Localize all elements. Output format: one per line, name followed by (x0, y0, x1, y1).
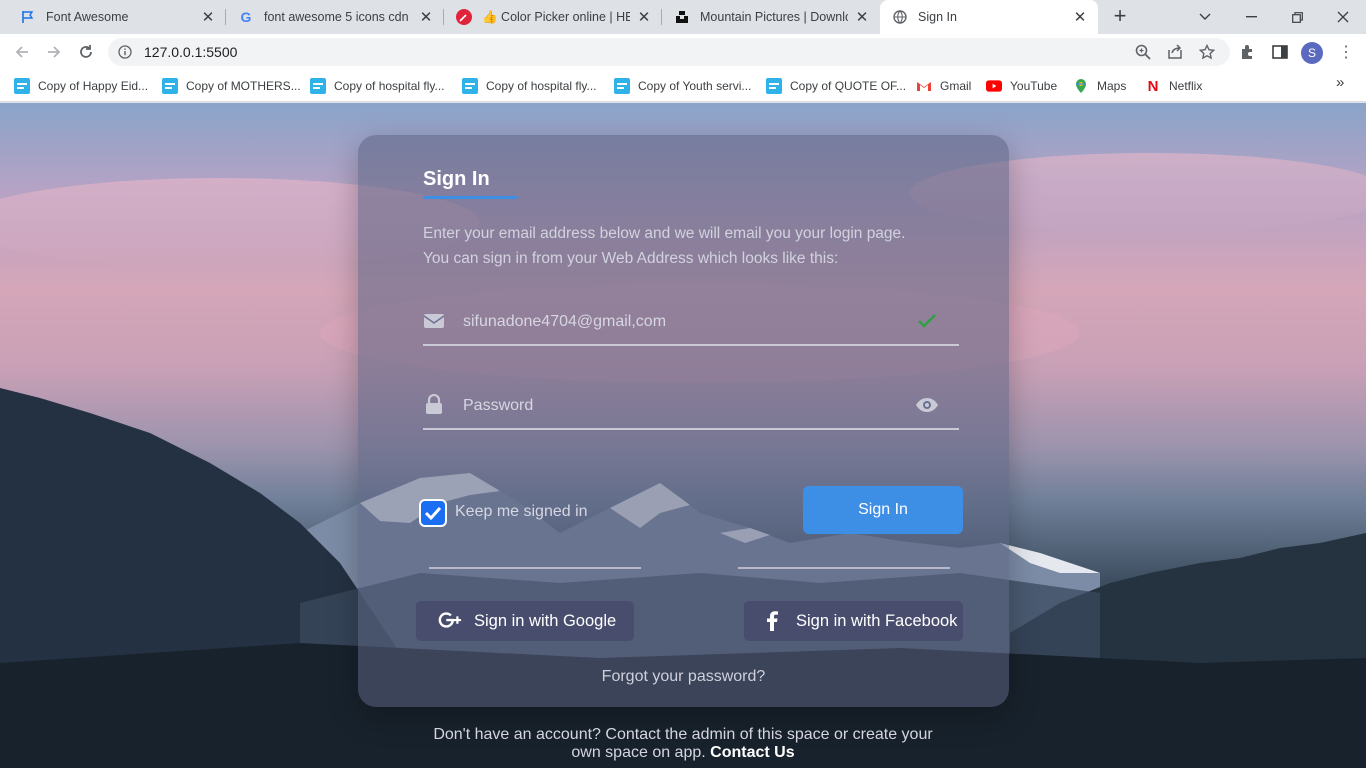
bookmark-gmail[interactable]: Gmail (916, 76, 971, 96)
google-signin-button[interactable]: Sign in with Google (416, 601, 634, 641)
tab-mountain-pictures[interactable]: Mountain Pictures | Downloa ✕ (662, 0, 880, 34)
tab-google-search[interactable]: G font awesome 5 icons cdn - G ✕ (226, 0, 444, 34)
share-icon[interactable] (1167, 44, 1183, 60)
bookmarks-bar: Copy of Happy Eid... Copy of MOTHERS... … (0, 70, 1366, 102)
close-tab-icon[interactable]: ✕ (418, 8, 434, 26)
contact-us-link[interactable]: Contact Us (710, 744, 794, 761)
close-tab-icon[interactable]: ✕ (1072, 8, 1088, 26)
password-input[interactable] (463, 392, 903, 420)
canva-icon (14, 78, 30, 94)
color-picker-icon (456, 9, 472, 25)
facebook-icon (760, 611, 784, 631)
reload-icon[interactable] (74, 40, 98, 64)
keep-signed-in-label[interactable]: Keep me signed in (455, 503, 588, 521)
more-menu-icon[interactable]: ⋮ (1338, 42, 1354, 62)
netflix-icon: N (1147, 77, 1159, 95)
facebook-signin-button[interactable]: Sign in with Facebook (744, 601, 963, 641)
divider-left (429, 567, 641, 569)
address-bar[interactable]: 127.0.0.1:5500 (108, 38, 1230, 66)
unsplash-icon (674, 9, 690, 25)
bookmark-star-icon[interactable] (1199, 44, 1215, 60)
tab-sign-in[interactable]: Sign In ✕ (880, 0, 1098, 34)
bookmark-item[interactable]: Copy of MOTHERS... (162, 76, 301, 96)
side-panel-icon[interactable] (1271, 43, 1289, 61)
signin-card: Sign In Enter your email address below a… (358, 135, 1009, 707)
bookmark-item[interactable]: Copy of hospital fly... (462, 76, 597, 96)
browser-toolbar: 127.0.0.1:5500 S ⋮ (0, 34, 1366, 70)
close-window-button[interactable] (1320, 0, 1366, 34)
gmail-icon (916, 78, 932, 94)
email-value[interactable]: sifunadone4704@gmail,com (463, 313, 666, 331)
more-bookmarks-icon[interactable]: » (1336, 74, 1344, 91)
envelope-icon (423, 314, 445, 328)
divider-right (738, 567, 950, 569)
url-text: 127.0.0.1:5500 (144, 44, 238, 60)
password-field[interactable] (423, 380, 959, 430)
check-icon (918, 314, 936, 328)
canva-icon (462, 78, 478, 94)
forward-arrow-icon[interactable] (42, 40, 66, 64)
bookmark-item[interactable]: Copy of QUOTE OF... (766, 76, 906, 96)
signup-note: Don't have an account? Contact the admin… (433, 726, 933, 761)
canva-icon (614, 78, 630, 94)
tab-search-icon[interactable] (1182, 0, 1228, 34)
canva-icon (310, 78, 326, 94)
intro-text: Enter your email address below and we wi… (423, 225, 906, 267)
bookmark-netflix[interactable]: N Netflix (1145, 76, 1203, 96)
bookmark-item[interactable]: Copy of hospital fly... (310, 76, 445, 96)
canva-icon (766, 78, 782, 94)
lock-icon (426, 394, 442, 414)
restore-button[interactable] (1274, 0, 1320, 34)
forgot-password-link[interactable]: Forgot your password? (358, 668, 1009, 686)
new-tab-button[interactable]: + (1108, 5, 1132, 29)
close-tab-icon[interactable]: ✕ (200, 8, 216, 26)
zoom-icon[interactable] (1135, 44, 1151, 60)
page-viewport: Sign In Enter your email address below a… (0, 103, 1366, 768)
globe-icon (892, 9, 908, 25)
extensions-icon[interactable] (1239, 43, 1257, 61)
close-tab-icon[interactable]: ✕ (636, 8, 652, 26)
bookmark-maps[interactable]: Maps (1073, 76, 1126, 96)
checkmark-icon (424, 506, 442, 520)
email-field[interactable]: sifunadone4704@gmail,com (423, 296, 959, 346)
tab-font-awesome[interactable]: Font Awesome ✕ (8, 0, 226, 34)
minimize-button[interactable] (1228, 0, 1274, 34)
profile-avatar[interactable]: S (1301, 42, 1323, 64)
tab-strip: Font Awesome ✕ G font awesome 5 icons cd… (0, 0, 1366, 34)
canva-icon (162, 78, 178, 94)
flag-icon (20, 9, 36, 25)
tab-color-picker[interactable]: 👍 Color Picker online | HEX C ✕ (444, 0, 662, 34)
close-tab-icon[interactable]: ✕ (854, 8, 870, 26)
youtube-icon (986, 78, 1002, 94)
bookmark-item[interactable]: Copy of Happy Eid... (14, 76, 148, 96)
page-title: Sign In (423, 168, 490, 190)
keep-signed-in-checkbox[interactable] (419, 499, 447, 527)
maps-icon (1073, 78, 1089, 94)
google-icon: G (240, 9, 252, 25)
title-underline (423, 196, 518, 199)
site-info-icon[interactable] (118, 45, 132, 59)
bookmark-youtube[interactable]: YouTube (986, 76, 1057, 96)
bookmark-item[interactable]: Copy of Youth servi... (614, 76, 751, 96)
back-arrow-icon[interactable] (10, 40, 34, 64)
sign-in-button[interactable]: Sign In (803, 486, 963, 534)
eye-icon[interactable] (915, 396, 939, 414)
google-plus-icon (438, 612, 462, 630)
